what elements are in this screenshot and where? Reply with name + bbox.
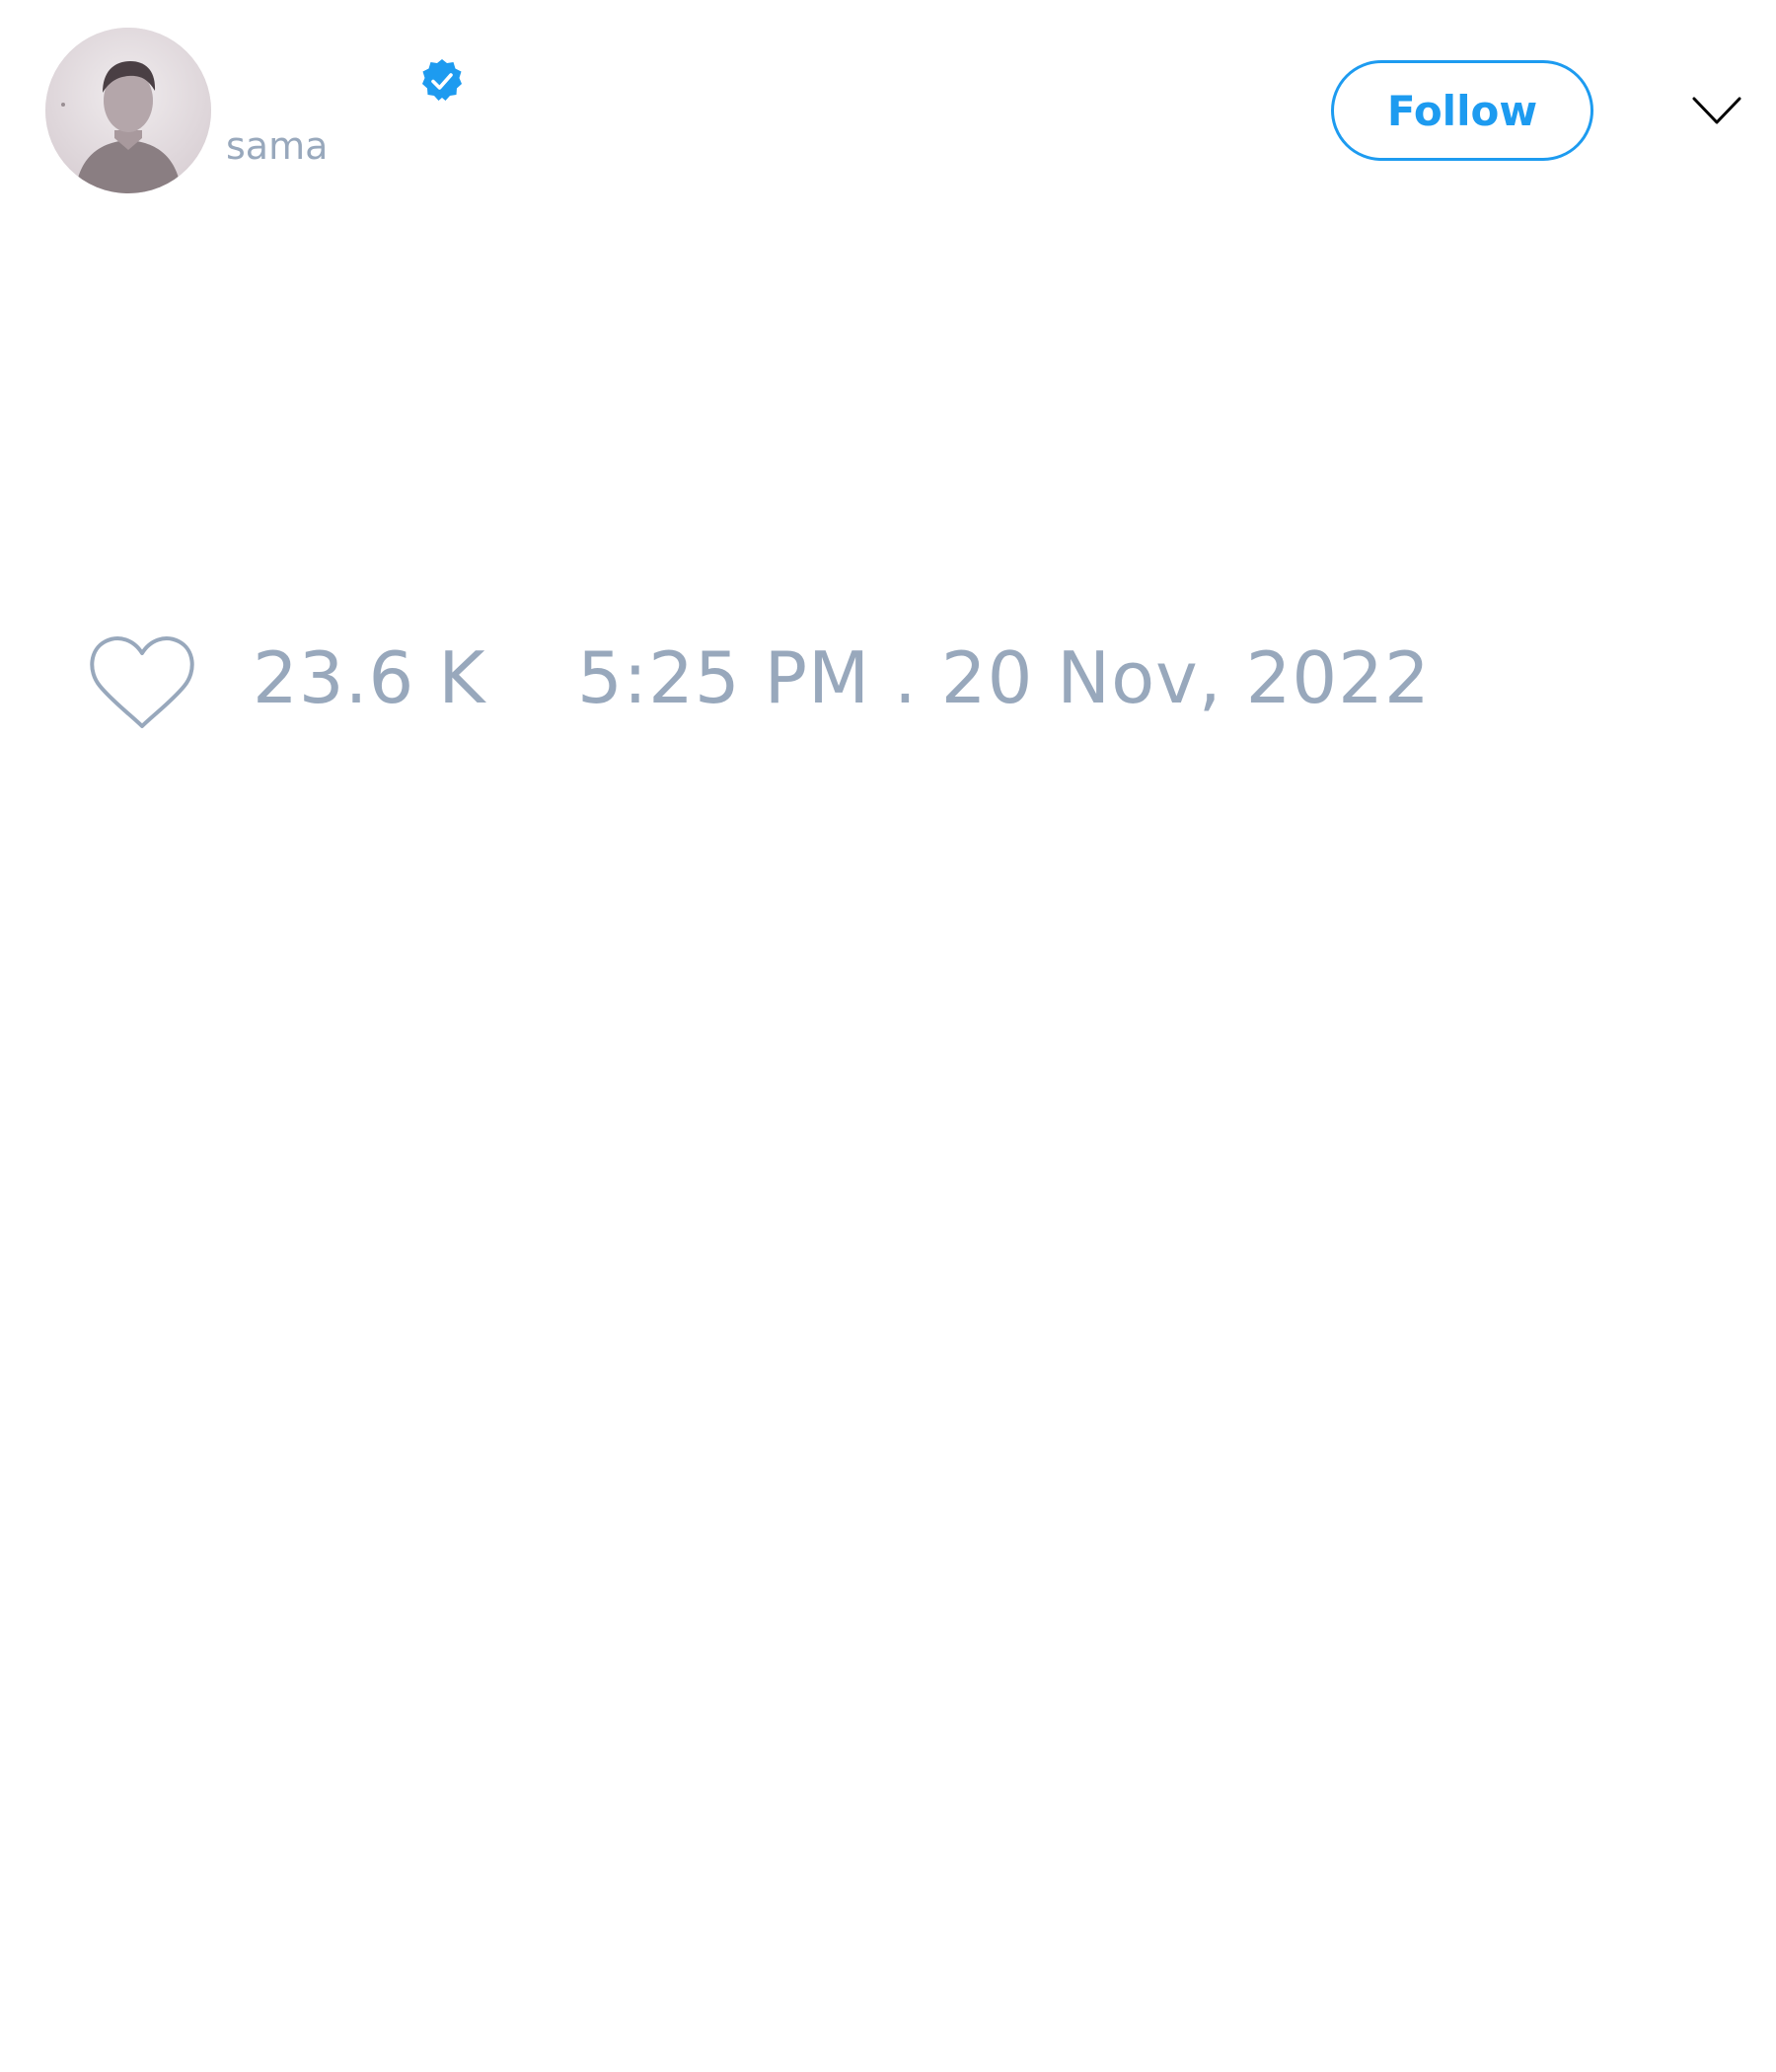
heart-outline-icon[interactable] <box>88 633 196 732</box>
tweet-timestamp[interactable]: 5:25 PM . 20 Nov, 2022 <box>577 642 1431 713</box>
verified-badge-icon <box>418 57 466 105</box>
chevron-down-icon[interactable] <box>1691 87 1742 136</box>
like-count: 23.6 K <box>253 636 486 719</box>
avatar-photo <box>45 28 211 193</box>
follow-button[interactable]: Follow <box>1331 60 1593 161</box>
avatar[interactable] <box>45 28 211 193</box>
tweet-card: sama Follow 23.6 K 5:25 PM . 20 Nov, 202… <box>0 0 1776 2072</box>
author-handle[interactable]: sama <box>226 127 328 165</box>
